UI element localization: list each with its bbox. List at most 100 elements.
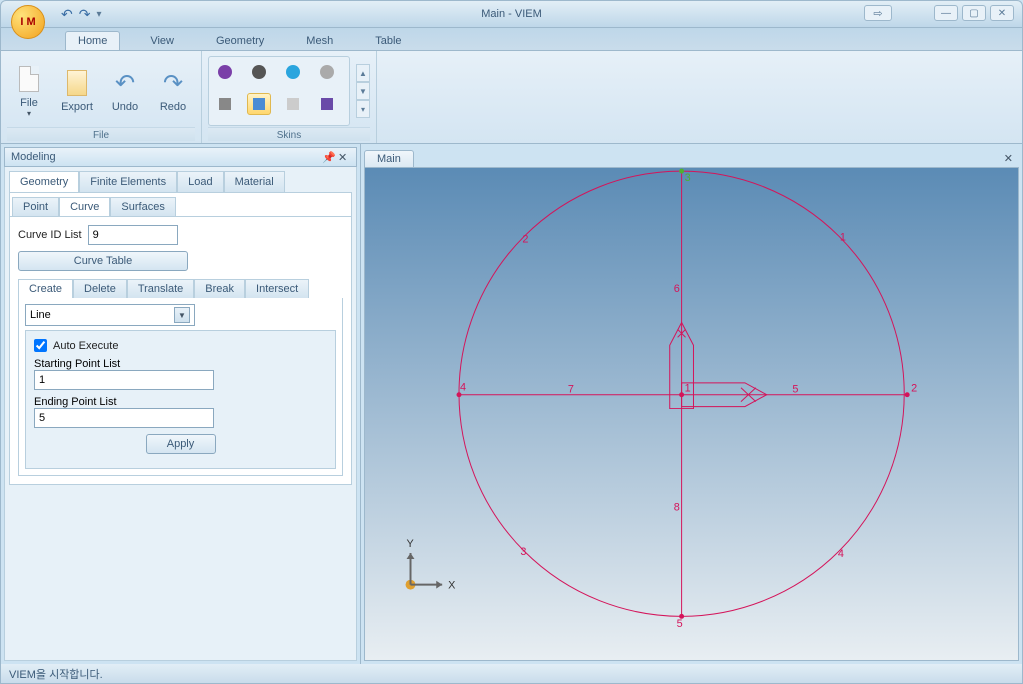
clbl-7: 7 <box>568 384 574 396</box>
skins-more-button[interactable]: ▾ <box>356 100 370 118</box>
combo-value: Line <box>30 309 51 321</box>
file-icon <box>15 65 43 93</box>
curve-id-input[interactable] <box>88 225 178 245</box>
start-point-input[interactable] <box>34 370 214 390</box>
group-label-skins: Skins <box>208 127 370 141</box>
maximize-button[interactable]: ▢ <box>962 5 986 21</box>
curve-table-button[interactable]: Curve Table <box>18 251 188 271</box>
clbl-5: 5 <box>792 384 798 396</box>
window-controls: — ▢ ✕ <box>934 5 1014 21</box>
undo-button[interactable]: ↶ Undo <box>103 65 147 117</box>
skin-swatch-8[interactable] <box>315 93 339 115</box>
optab-create[interactable]: Create <box>18 279 73 298</box>
optab-break[interactable]: Break <box>194 279 245 298</box>
optab-translate[interactable]: Translate <box>127 279 194 298</box>
clbl-2: 2 <box>522 233 528 245</box>
lbl-2: 2 <box>911 383 917 395</box>
qat-dropdown-icon[interactable]: ▾ <box>96 9 101 20</box>
skins-down-button[interactable]: ▼ <box>356 82 370 100</box>
viewport-canvas: 1 2 3 4 5 1 2 3 4 5 6 7 8 <box>365 168 1018 660</box>
viewport-wrap: Main ✕ <box>361 144 1022 664</box>
tab-view[interactable]: View <box>138 32 186 50</box>
tab-home[interactable]: Home <box>65 31 120 50</box>
tab-geometry[interactable]: Geometry <box>204 32 276 50</box>
tab-mesh[interactable]: Mesh <box>294 32 345 50</box>
point-2 <box>905 392 910 397</box>
close-button[interactable]: ✕ <box>990 5 1014 21</box>
point-3 <box>679 169 684 174</box>
apply-button[interactable]: Apply <box>146 434 216 454</box>
close-doc-icon[interactable]: ✕ <box>998 150 1019 167</box>
skins-gallery[interactable] <box>208 56 350 126</box>
svg-text:X: X <box>448 580 456 592</box>
viewport-3d[interactable]: 1 2 3 4 5 1 2 3 4 5 6 7 8 <box>364 167 1019 661</box>
modeling-title: Modeling <box>11 151 56 163</box>
status-bar: VIEM을 시작합니다. <box>0 664 1023 684</box>
tab-material[interactable]: Material <box>224 171 285 192</box>
subtab-curve[interactable]: Curve <box>59 197 110 216</box>
minimize-button[interactable]: — <box>934 5 958 21</box>
redo-icon[interactable]: ↷ <box>79 6 91 23</box>
main-split: Modeling 📌 ✕ Geometry Finite Elements Lo… <box>0 144 1023 664</box>
ribbon-group-file: File ▾ Export ↶ Undo ↶ Redo File <box>1 51 202 143</box>
document-tabs: Main ✕ <box>364 147 1019 167</box>
titlebar: I M ↶ ↷ ▾ Main - VIEM ⇨ — ▢ ✕ <box>0 0 1023 28</box>
file-button[interactable]: File ▾ <box>7 61 51 122</box>
redo-icon: ↶ <box>159 69 187 97</box>
window-title: Main - VIEM <box>481 8 542 20</box>
export-button[interactable]: Export <box>55 65 99 117</box>
modeling-body: Geometry Finite Elements Load Material P… <box>4 167 357 661</box>
skin-swatch-6-selected[interactable] <box>247 93 271 115</box>
skins-up-button[interactable]: ▲ <box>356 64 370 82</box>
doc-tab-main[interactable]: Main <box>364 150 414 167</box>
ribbon: File ▾ Export ↶ Undo ↶ Redo File <box>0 50 1023 144</box>
modeling-main-tabs: Geometry Finite Elements Load Material <box>9 171 352 192</box>
pin-icon[interactable]: 📌 <box>322 151 334 164</box>
clbl-4: 4 <box>838 548 844 560</box>
status-text: VIEM을 시작합니다. <box>9 666 103 682</box>
create-params-group: Auto Execute Starting Point List Ending … <box>25 330 336 469</box>
undo-icon[interactable]: ↶ <box>61 6 73 23</box>
chevron-down-icon: ▼ <box>174 307 190 323</box>
skin-arrow-icon: ⇨ <box>873 7 882 20</box>
point-1 <box>679 392 684 397</box>
chevron-down-icon: ▾ <box>27 109 31 118</box>
modeling-sub-tabs: Point Curve Surfaces <box>10 195 351 216</box>
skin-swatch-5[interactable] <box>213 93 237 115</box>
axes-triad: X Y <box>406 538 457 592</box>
close-panel-icon[interactable]: ✕ <box>338 151 350 164</box>
tab-load[interactable]: Load <box>177 171 223 192</box>
optab-delete[interactable]: Delete <box>73 279 127 298</box>
skin-swatch-3[interactable] <box>281 61 305 83</box>
auto-execute-label: Auto Execute <box>53 340 118 352</box>
subtab-point[interactable]: Point <box>12 197 59 216</box>
quick-access-toolbar: ↶ ↷ ▾ <box>61 6 102 23</box>
group-label-file: File <box>7 127 195 141</box>
clbl-6: 6 <box>674 283 680 295</box>
curve-type-combo[interactable]: Line ▼ <box>25 304 195 326</box>
clbl-1: 1 <box>840 231 846 243</box>
skin-swatch-1[interactable] <box>213 61 237 83</box>
clbl-3: 3 <box>520 546 526 558</box>
end-point-input[interactable] <box>34 408 214 428</box>
tab-finite-elements[interactable]: Finite Elements <box>79 171 177 192</box>
tab-geometry[interactable]: Geometry <box>9 171 79 192</box>
skin-chooser-button[interactable]: ⇨ <box>864 5 892 21</box>
optab-intersect[interactable]: Intersect <box>245 279 309 298</box>
modeling-panel: Modeling 📌 ✕ Geometry Finite Elements Lo… <box>1 144 361 664</box>
skins-spinner: ▲ ▼ ▾ <box>356 64 370 118</box>
lbl-1: 1 <box>685 383 691 395</box>
subtab-surfaces[interactable]: Surfaces <box>110 197 175 216</box>
export-icon <box>63 69 91 97</box>
tab-table[interactable]: Table <box>363 32 413 50</box>
skin-swatch-2[interactable] <box>247 61 271 83</box>
lbl-4: 4 <box>460 382 466 394</box>
curve-id-label: Curve ID List <box>18 229 82 241</box>
redo-button[interactable]: ↶ Redo <box>151 65 195 117</box>
skin-swatch-7[interactable] <box>281 93 305 115</box>
skin-swatch-4[interactable] <box>315 61 339 83</box>
lbl-3: 3 <box>685 172 691 184</box>
auto-execute-checkbox[interactable] <box>34 339 47 352</box>
app-orb[interactable]: I M <box>11 5 45 39</box>
svg-text:Y: Y <box>407 538 415 550</box>
